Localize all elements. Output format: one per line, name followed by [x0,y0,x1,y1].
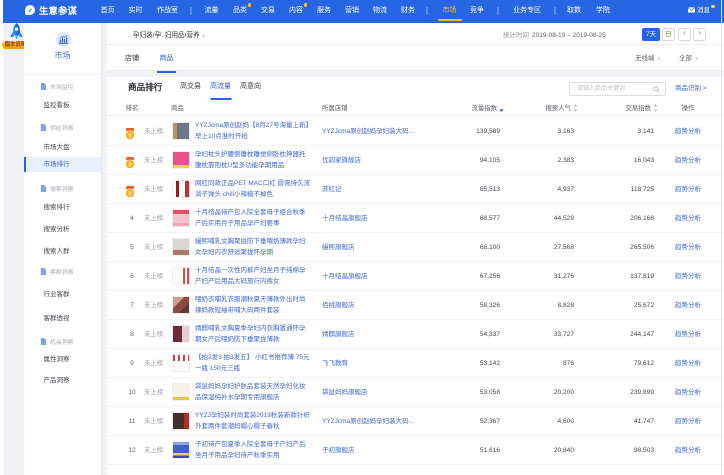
svg-text:2: 2 [128,162,131,168]
svg-text:1: 1 [128,133,131,139]
svg-text:3: 3 [128,191,131,197]
